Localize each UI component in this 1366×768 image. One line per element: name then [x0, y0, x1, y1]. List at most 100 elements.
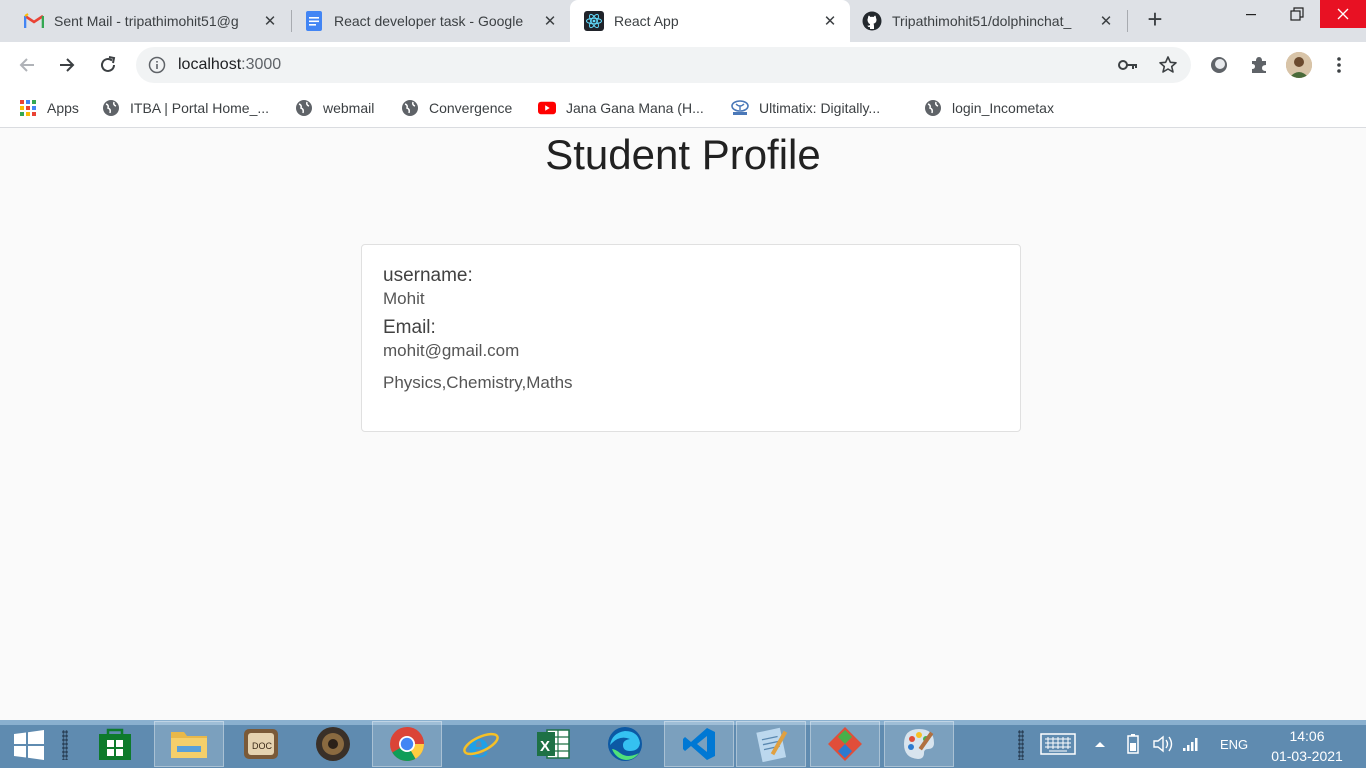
- battery-icon[interactable]: [1124, 720, 1142, 768]
- close-icon[interactable]: ✕: [260, 11, 280, 31]
- url-text: localhost:3000: [178, 56, 281, 74]
- windows-start-button[interactable]: [12, 728, 46, 762]
- bookmark-label: webmail: [323, 100, 375, 116]
- bookmark-star-icon[interactable]: [1158, 55, 1178, 75]
- browser-menu-button[interactable]: [1326, 52, 1352, 78]
- google-docs-icon: [304, 11, 324, 31]
- forward-button[interactable]: [53, 51, 81, 79]
- taskbar-grip: [1018, 730, 1024, 760]
- clock-time: 14:06: [1289, 728, 1325, 744]
- back-arrow-icon: [19, 58, 34, 72]
- reload-button[interactable]: [94, 51, 122, 79]
- internet-explorer-icon[interactable]: e: [446, 721, 516, 767]
- bookmark-webmail[interactable]: webmail: [295, 96, 374, 120]
- email-value: mohit@gmail.com: [383, 341, 520, 360]
- url-port: :3000: [241, 56, 282, 73]
- tab-sent-mail[interactable]: Sent Mail - tripathimohit51@g ✕: [0, 0, 290, 42]
- touch-keyboard-icon[interactable]: [1040, 720, 1076, 768]
- bookmark-label: Jana Gana Mana (H...: [566, 100, 704, 116]
- bookmark-jana-gana-mana[interactable]: Jana Gana Mana (H...: [538, 96, 704, 120]
- restore-button[interactable]: [1274, 0, 1320, 28]
- tata-icon: [731, 99, 749, 117]
- profile-avatar[interactable]: [1286, 52, 1312, 78]
- username-label: username:: [383, 265, 473, 286]
- minimize-button[interactable]: [1228, 0, 1274, 28]
- bookmark-itba[interactable]: ITBA | Portal Home_...: [102, 96, 269, 120]
- tab-github-dolphinchat[interactable]: Tripathimohit51/dolphinchat_ ✕: [850, 0, 1126, 42]
- volume-icon[interactable]: [1152, 720, 1174, 768]
- edge-icon[interactable]: [590, 721, 660, 767]
- site-info-icon[interactable]: [148, 56, 166, 74]
- paint-icon[interactable]: [884, 721, 954, 767]
- git-icon[interactable]: [810, 721, 880, 767]
- input-language-indicator[interactable]: ENG: [1220, 720, 1248, 768]
- tab-title: Sent Mail - tripathimohit51@g: [54, 13, 239, 29]
- youtube-icon: [538, 99, 556, 117]
- bookmark-label: Convergence: [429, 100, 513, 116]
- vscode-icon[interactable]: [664, 721, 734, 767]
- gmail-icon: [24, 11, 44, 31]
- svg-text:DOC: DOC: [252, 741, 273, 751]
- extension-circle-icon[interactable]: [1206, 52, 1232, 78]
- page-content: Student Profile username: Mohit Email: m…: [0, 129, 1366, 720]
- windows-logo-icon: [14, 730, 44, 760]
- tab-title: React App: [614, 13, 679, 29]
- student-profile-card: username: Mohit Email: mohit@gmail.com P…: [361, 244, 1021, 432]
- extensions-puzzle-icon[interactable]: [1246, 52, 1272, 78]
- tab-title: Tripathimohit51/dolphinchat_: [892, 13, 1072, 29]
- file-explorer-icon[interactable]: [154, 721, 224, 767]
- more-vertical-icon: [1337, 57, 1341, 73]
- close-window-button[interactable]: [1320, 0, 1366, 28]
- close-icon[interactable]: ✕: [540, 11, 560, 31]
- svg-text:X: X: [540, 738, 550, 755]
- username-value: Mohit: [383, 289, 425, 308]
- bookmark-login-incometax[interactable]: login_Incometax: [924, 96, 1054, 120]
- tab-react-developer-task[interactable]: React developer task - Google ✕: [292, 0, 570, 42]
- email-label: Email:: [383, 317, 436, 338]
- tab-separator: [1127, 10, 1128, 32]
- speaker-app-icon[interactable]: [298, 721, 368, 767]
- new-tab-button[interactable]: +: [1143, 6, 1167, 32]
- notepad-icon[interactable]: [736, 721, 806, 767]
- clock-date: 01-03-2021: [1271, 748, 1343, 764]
- windows-taskbar: DOC e X ENG 14:06 01-03-2021: [0, 720, 1366, 768]
- bookmark-label: Ultimatix: Digitally...: [759, 100, 881, 116]
- system-clock[interactable]: 14:06 01-03-2021: [1262, 726, 1352, 766]
- bookmarks-bar: Apps ITBA | Portal Home_... webmail Conv…: [0, 88, 1366, 128]
- network-signal-icon[interactable]: [1182, 720, 1200, 768]
- globe-icon: [401, 99, 419, 117]
- doc-viewer-icon[interactable]: DOC: [226, 721, 296, 767]
- address-bar[interactable]: localhost:3000: [136, 47, 1191, 83]
- bookmark-apps[interactable]: Apps: [19, 96, 79, 120]
- forward-arrow-icon: [60, 58, 75, 72]
- store-icon[interactable]: [80, 721, 150, 767]
- bookmark-label: login_Incometax: [952, 100, 1054, 116]
- bookmark-label: ITBA | Portal Home_...: [130, 100, 270, 116]
- tab-title: React developer task - Google: [334, 13, 524, 29]
- bookmark-label: Apps: [47, 100, 79, 116]
- svg-text:e: e: [468, 726, 490, 763]
- browser-tab-strip: Sent Mail - tripathimohit51@g ✕ React de…: [0, 0, 1366, 42]
- close-icon[interactable]: ✕: [820, 11, 840, 31]
- globe-icon: [102, 99, 120, 117]
- excel-icon[interactable]: X: [518, 721, 588, 767]
- page-title: Student Profile: [545, 131, 821, 178]
- url-host: localhost: [178, 56, 242, 73]
- taskbar-grip: [62, 730, 68, 760]
- reload-icon: [101, 56, 116, 72]
- password-key-icon[interactable]: [1118, 55, 1138, 75]
- globe-icon: [295, 99, 313, 117]
- react-icon: [584, 11, 604, 31]
- github-icon: [862, 11, 882, 31]
- back-button[interactable]: [13, 51, 41, 79]
- tab-react-app[interactable]: React App ✕: [570, 0, 850, 42]
- close-icon[interactable]: ✕: [1096, 11, 1116, 31]
- subjects-value: Physics,Chemistry,Maths: [383, 373, 573, 392]
- bookmark-ultimatix[interactable]: Ultimatix: Digitally...: [731, 96, 880, 120]
- browser-toolbar: localhost:3000: [0, 42, 1366, 88]
- show-hidden-icons-icon[interactable]: [1094, 720, 1106, 768]
- bookmark-convergence[interactable]: Convergence: [401, 96, 512, 120]
- globe-icon: [924, 99, 942, 117]
- apps-grid-icon: [19, 99, 37, 117]
- chrome-icon[interactable]: [372, 721, 442, 767]
